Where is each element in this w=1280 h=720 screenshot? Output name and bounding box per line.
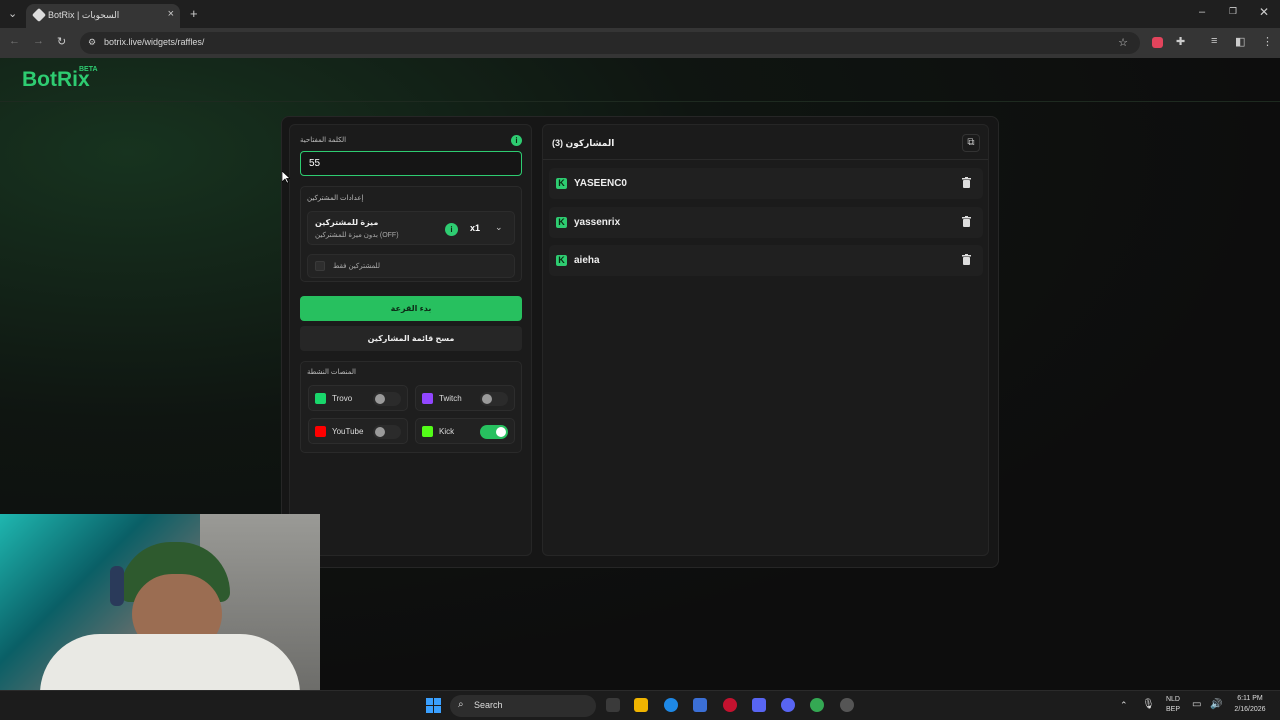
- forward-icon[interactable]: →: [33, 35, 44, 47]
- site-header: BotRix BETA: [0, 58, 1280, 102]
- clock-time[interactable]: 6:11 PM: [1228, 695, 1272, 702]
- restore-icon[interactable]: ❐: [1229, 6, 1237, 17]
- youtube-toggle[interactable]: [373, 425, 401, 439]
- twitch-icon: [422, 393, 433, 404]
- multiplier-value: x1: [470, 223, 481, 233]
- browser-toolbar: ← → ↻ ⚙ botrix.live/widgets/raffles/ ☆ ✚…: [0, 28, 1280, 58]
- store-icon[interactable]: [693, 698, 707, 712]
- bookmark-star-icon[interactable]: ☆: [1118, 36, 1128, 49]
- subscriber-feature-subtitle: بدون ميزة للمشتركين (OFF): [315, 232, 399, 239]
- participant-row: K aieha: [549, 245, 983, 276]
- subscriber-info-icon[interactable]: i: [445, 223, 458, 236]
- windows-start-icon[interactable]: [426, 698, 441, 713]
- subscribers-only-checkbox[interactable]: [315, 261, 325, 271]
- platform-name: Twitch: [439, 394, 462, 403]
- site-favicon-icon: [31, 7, 47, 23]
- platform-name: YouTube: [332, 427, 364, 436]
- task-view-icon[interactable]: [606, 698, 620, 712]
- kick-icon: [422, 426, 433, 437]
- address-bar[interactable]: ⚙ botrix.live/widgets/raffles/ ☆: [80, 32, 1140, 54]
- language-top[interactable]: NLD: [1164, 696, 1182, 703]
- trovo-icon: [315, 393, 326, 404]
- back-icon[interactable]: ←: [9, 35, 20, 47]
- app-icon[interactable]: [752, 698, 766, 712]
- language-bottom[interactable]: BEP: [1164, 706, 1182, 713]
- browser-tab-bar: ⌄ BotRix | السحوبات × + – ❐ ✕: [0, 0, 1280, 28]
- clear-participants-button[interactable]: مسح قائمة المشاركين: [300, 326, 522, 351]
- new-tab-icon[interactable]: +: [190, 6, 198, 21]
- platform-name: Trovo: [332, 394, 353, 403]
- network-icon[interactable]: ▭: [1192, 699, 1201, 710]
- platform-trovo: Trovo: [308, 385, 408, 411]
- headset-icon: [110, 566, 124, 606]
- file-explorer-icon[interactable]: [634, 698, 648, 712]
- app-icon[interactable]: [840, 698, 854, 712]
- copy-icon[interactable]: ⧉: [962, 134, 980, 152]
- kick-icon: K: [556, 178, 567, 189]
- chevron-down-icon: ⌄: [495, 222, 503, 232]
- taskbar-search[interactable]: ⌕ Search: [450, 695, 596, 717]
- mouse-cursor-icon: [282, 171, 290, 184]
- search-icon: ⌕: [458, 699, 464, 710]
- participant-name: aieha: [574, 255, 600, 266]
- search-label: Search: [474, 700, 503, 710]
- keyword-label: الكلمة المفتاحية: [300, 137, 347, 144]
- participant-name: yassenrix: [574, 217, 621, 228]
- extensions-puzzle-icon[interactable]: ✚: [1176, 35, 1185, 48]
- reload-icon[interactable]: ↻: [57, 35, 66, 48]
- person-shirt: [40, 634, 300, 690]
- url-text: botrix.live/widgets/raffles/: [104, 37, 205, 47]
- platform-name: Kick: [439, 427, 455, 436]
- platform-twitch: Twitch: [415, 385, 515, 411]
- volume-icon[interactable]: 🔊: [1210, 699, 1222, 710]
- tray-chevron-icon[interactable]: ⌃: [1120, 700, 1128, 711]
- extension-icon[interactable]: [1152, 37, 1163, 48]
- opera-icon[interactable]: [723, 698, 737, 712]
- participant-row: K YASEENC0: [549, 168, 983, 199]
- discord-icon[interactable]: [781, 698, 795, 712]
- keyword-input[interactable]: 55: [300, 151, 522, 176]
- subscriber-feature-title: ميزة للمشتركين: [315, 218, 379, 227]
- profile-icon[interactable]: ◧: [1235, 35, 1245, 48]
- twitch-toggle[interactable]: [480, 392, 508, 406]
- menu-kebab-icon[interactable]: ⋮: [1262, 35, 1273, 48]
- webcam-overlay: [0, 514, 320, 690]
- chrome-icon[interactable]: [810, 698, 824, 712]
- taskbar: ⌕ Search ⌃ 🎙 NLD BEP ▭ 🔊 6:11 PM 2/16/20…: [0, 690, 1280, 720]
- tab-list-icon[interactable]: ⌄: [8, 7, 17, 20]
- edge-icon[interactable]: [664, 698, 678, 712]
- start-raffle-button[interactable]: بدء القرعة: [300, 296, 522, 321]
- platform-youtube: YouTube: [308, 418, 408, 444]
- browser-tab[interactable]: BotRix | السحوبات ×: [26, 4, 180, 28]
- site-info-icon[interactable]: ⚙: [88, 37, 96, 48]
- keyword-info-icon[interactable]: i: [511, 135, 522, 146]
- subscribers-only-label: للمشتركين فقط: [333, 263, 380, 270]
- kick-icon: K: [556, 255, 567, 266]
- close-tab-icon[interactable]: ×: [168, 8, 174, 20]
- trash-icon[interactable]: [962, 254, 971, 265]
- trash-icon[interactable]: [962, 216, 971, 227]
- kick-toggle[interactable]: [480, 425, 508, 439]
- window-close-icon[interactable]: ✕: [1259, 5, 1269, 19]
- beta-badge: BETA: [79, 66, 98, 73]
- divider: [543, 159, 988, 160]
- participant-row: K yassenrix: [549, 207, 983, 238]
- active-platforms-label: المنصات النشطة: [307, 369, 356, 376]
- microphone-icon[interactable]: 🎙: [1142, 699, 1155, 710]
- clock-date[interactable]: 2/16/2026: [1228, 706, 1272, 713]
- trovo-toggle[interactable]: [373, 392, 401, 406]
- multiplier-select[interactable]: x1 ⌄: [464, 220, 506, 238]
- kick-icon: K: [556, 217, 567, 228]
- media-controls-icon[interactable]: ≡: [1211, 35, 1217, 47]
- participants-title: المشاركون (3): [552, 138, 615, 148]
- minimize-icon[interactable]: –: [1199, 6, 1205, 18]
- participant-settings-label: إعدادات المشتركين: [307, 195, 364, 202]
- platform-kick: Kick: [415, 418, 515, 444]
- tab-title: BotRix | السحوبات: [48, 10, 120, 20]
- trash-icon[interactable]: [962, 177, 971, 188]
- youtube-icon: [315, 426, 326, 437]
- participant-name: YASEENC0: [574, 178, 627, 189]
